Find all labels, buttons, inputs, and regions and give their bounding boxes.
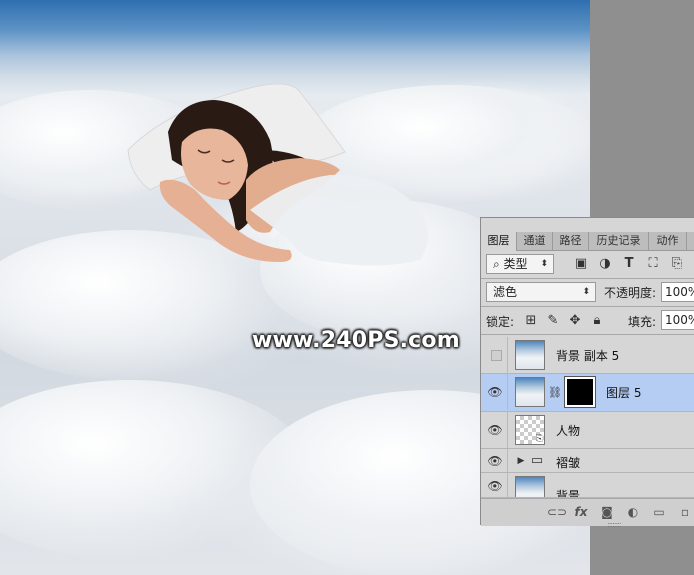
smart-object-badge-icon: ⎘ [535,434,543,444]
divider [507,374,508,410]
fill-label: 填充: [628,315,657,329]
opacity-label: 不透明度: [604,286,657,300]
layer-filter-value: 类型 [503,257,528,271]
expand-triangle-icon[interactable]: ▶ [513,453,529,469]
tab-layers[interactable]: 图层 [481,232,517,251]
chevron-updown-icon: ⬍ [540,259,548,269]
divider [507,337,508,373]
layer-thumbnail: ⎘ [515,415,545,445]
panel-tabs: 图层 通道 路径 历史记录 动作 [481,232,694,251]
divider [507,412,508,448]
layer-name[interactable]: 褶皱 [556,454,580,471]
eye-icon[interactable]: 👁︎ [487,384,503,400]
eye-icon[interactable]: 👁︎ [487,478,503,494]
panel-footer: ⊂⊃ fx ◙ ◐ ▭ ▫ [481,498,694,526]
layer-filter-select[interactable]: ⌕ 类型 ⬍ [486,254,554,274]
divider [507,449,508,472]
folder-icon[interactable]: ▭ [651,504,667,520]
adjustment-filter-icon[interactable]: ◑ [597,256,613,272]
chevron-updown-icon: ⬍ [582,287,590,297]
tab-history[interactable]: 历史记录 [589,232,649,250]
layer-thumbnail [515,340,545,370]
layer-row-person[interactable]: 👁︎ ⎘ 人物 [481,412,694,449]
lock-image-pixels-icon[interactable]: ✎ [545,313,561,329]
image-filter-icon[interactable]: ▣ [573,256,589,272]
divider [481,334,694,335]
layers-panel: 图层 通道 路径 历史记录 动作 ⌕ 类型 ⬍ ▣ ◑ T ⛶ ⎘ 滤色 ⬍ 不… [480,217,694,529]
tab-actions[interactable]: 动作 [649,232,687,250]
layer-name[interactable]: 背景 [556,487,580,497]
divider [481,306,694,307]
layer-row-background[interactable]: 👁︎ 背景 [481,473,694,498]
type-filter-icon[interactable]: T [621,256,637,272]
lock-position-icon[interactable]: ✥ [567,313,583,329]
tab-channels[interactable]: 通道 [517,232,553,250]
layer-thumbnail [515,476,545,497]
lock-label: 锁定: [486,315,515,329]
folder-icon: ▭ [530,453,544,468]
adjustment-icon[interactable]: ◐ [625,504,641,520]
chain-link-icon[interactable]: ⛓ [547,385,563,401]
visibility-toggle-off[interactable] [491,350,502,361]
blend-mode-value: 滤色 [493,285,518,299]
new-layer-icon[interactable]: ▫ [677,504,693,520]
divider [507,473,508,497]
layer-row-layer-5[interactable]: 👁︎ ⛓ 图层 5 [481,374,694,412]
layer-name[interactable]: 图层 5 [606,384,641,401]
lock-all-icon[interactable]: 🔒︎ [589,313,605,329]
opacity-input[interactable]: 100% [661,282,694,302]
layer-row-background-copy-5[interactable]: 背景 副本 5 [481,337,694,374]
smart-object-filter-icon[interactable]: ⎘ [669,256,685,272]
layer-group-wrinkles[interactable]: 👁︎ ▶ ▭ 褶皱 [481,449,694,473]
divider [481,278,694,279]
tab-paths[interactable]: 路径 [553,232,589,250]
mask-icon[interactable]: ◙ [599,504,615,520]
resize-grip-icon[interactable]: :::::::: [607,520,622,529]
watermark-text: www.240PS.com [252,328,460,353]
layer-name[interactable]: 背景 副本 5 [556,347,619,364]
layer-thumbnail [515,377,545,407]
fill-input[interactable]: 100% [661,310,694,330]
lock-transparent-pixels-icon[interactable]: ⊞ [523,313,539,329]
layer-mask-thumbnail[interactable] [564,376,596,408]
eye-icon[interactable]: 👁︎ [487,453,503,469]
link-icon[interactable]: ⊂⊃ [547,504,567,520]
layer-name[interactable]: 人物 [556,422,580,439]
eye-icon[interactable]: 👁︎ [487,422,503,438]
fx-icon[interactable]: fx [573,504,589,520]
blend-mode-select[interactable]: 滤色 ⬍ [486,282,596,302]
shape-filter-icon[interactable]: ⛶ [645,256,661,272]
search-icon: ⌕ [493,257,504,271]
